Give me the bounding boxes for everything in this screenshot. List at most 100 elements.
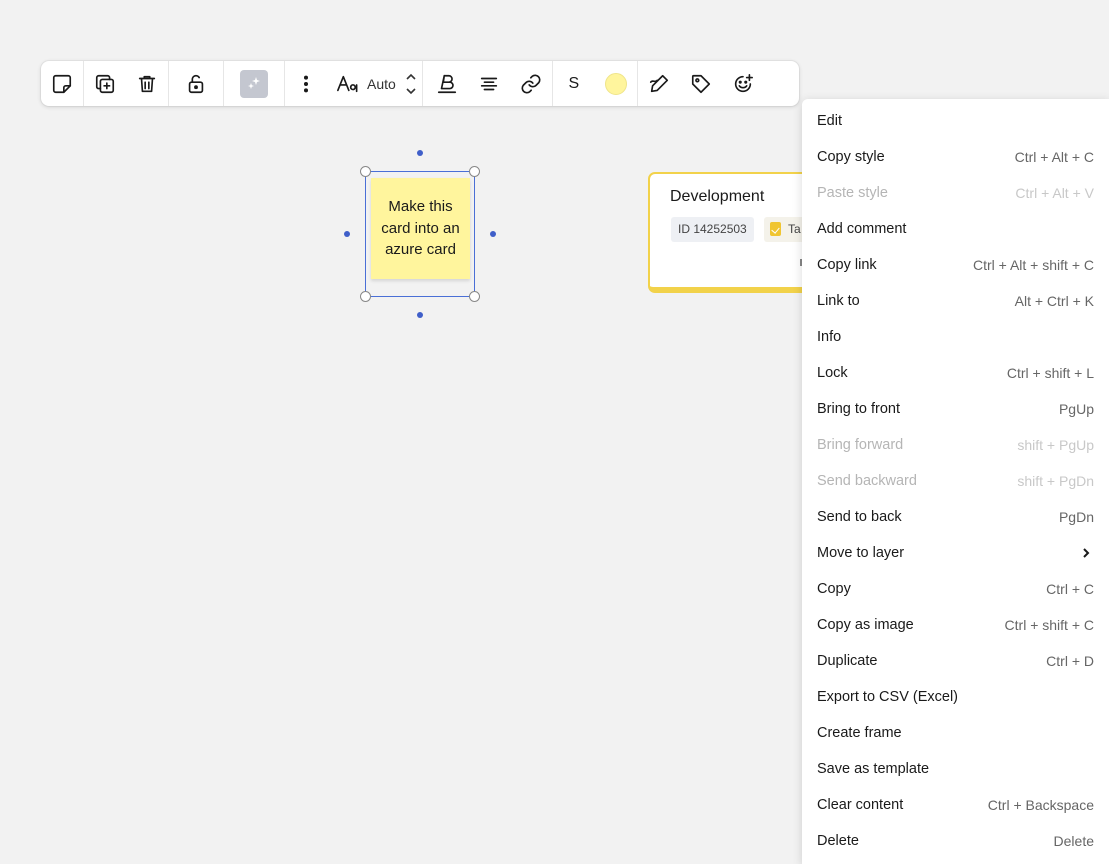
menu-item-label: Copy xyxy=(817,581,851,597)
sticky-size-button[interactable]: S xyxy=(553,61,595,106)
align-button[interactable] xyxy=(468,61,510,106)
lock-button[interactable] xyxy=(169,61,223,106)
draw-button[interactable] xyxy=(638,61,680,106)
menu-item-shortcut: Alt + Ctrl + K xyxy=(1014,293,1094,309)
sticky-note-icon xyxy=(52,74,72,93)
menu-item-shortcut: Ctrl + Alt + C xyxy=(1014,149,1094,165)
sticky-size-label: S xyxy=(568,74,580,92)
more-vertical-icon xyxy=(303,75,309,92)
toolbar-group-style: S xyxy=(553,61,638,106)
menu-item-shortcut: Ctrl + C xyxy=(1046,581,1094,597)
chevron-down-icon[interactable] xyxy=(405,86,417,96)
menu-item-add-comment[interactable]: Add comment xyxy=(802,211,1109,247)
menu-item-label: Edit xyxy=(817,113,842,129)
font-button[interactable] xyxy=(327,61,367,106)
menu-item-copy[interactable]: Copy Ctrl + C xyxy=(802,571,1109,607)
connector-dot-right[interactable] xyxy=(490,231,496,237)
menu-item-shortcut: Ctrl + Backspace xyxy=(987,797,1094,813)
menu-item-label: Send backward xyxy=(817,473,917,489)
add-reaction-button[interactable] xyxy=(722,61,764,106)
link-button[interactable] xyxy=(510,61,552,106)
resize-handle-top-left[interactable] xyxy=(360,166,371,177)
font-size-icon xyxy=(337,75,358,92)
menu-item-copy-as-image[interactable]: Copy as image Ctrl + shift + C xyxy=(802,607,1109,643)
menu-item-label: Bring to front xyxy=(817,401,901,417)
bold-icon xyxy=(437,74,456,93)
tag-icon xyxy=(691,74,710,93)
menu-item-shortcut: Ctrl + Alt + V xyxy=(1015,185,1094,201)
menu-item-label: Info xyxy=(817,329,842,345)
menu-item-delete[interactable]: Delete Delete xyxy=(802,823,1109,859)
toolbar-group-ai xyxy=(224,61,285,106)
menu-item-copy-style[interactable]: Copy style Ctrl + Alt + C xyxy=(802,139,1109,175)
menu-item-label: Send to back xyxy=(817,509,902,525)
menu-item-label: Link to xyxy=(817,293,860,309)
bold-button[interactable] xyxy=(426,61,468,106)
link-icon xyxy=(521,73,541,94)
connector-dot-left[interactable] xyxy=(344,231,350,237)
menu-item-label: Lock xyxy=(817,365,848,381)
context-menu: Edit Copy style Ctrl + Alt + C Paste style C… xyxy=(802,99,1109,864)
ai-sparkle-icon xyxy=(240,69,268,98)
menu-item-shortcut: Ctrl + D xyxy=(1046,653,1094,669)
add-reaction-icon xyxy=(734,73,753,92)
card-type-badge: Ta xyxy=(764,217,807,242)
toolbar-group-lock xyxy=(169,61,224,106)
menu-item-move-to-layer[interactable]: Move to layer xyxy=(802,535,1109,571)
menu-item-copy-link[interactable]: Copy link Ctrl + Alt + shift + C xyxy=(802,247,1109,283)
draw-icon xyxy=(649,74,668,92)
duplicate-icon xyxy=(95,74,115,93)
menu-item-save-as-template[interactable]: Save as template xyxy=(802,751,1109,787)
menu-item-edit[interactable]: Edit xyxy=(802,103,1109,139)
menu-item-label: Add comment xyxy=(817,221,907,237)
menu-item-shortcut: Ctrl + Alt + shift + C xyxy=(973,257,1094,273)
menu-item-label: Export to CSV (Excel) xyxy=(817,689,959,705)
menu-item-shortcut: PgDn xyxy=(1058,509,1094,525)
card-id-badge: ID 14252503 xyxy=(671,217,754,242)
menu-item-export-to-csv-excel[interactable]: Export to CSV (Excel) xyxy=(802,679,1109,715)
connector-dot-bottom[interactable] xyxy=(417,312,423,318)
duplicate-button[interactable] xyxy=(84,61,126,106)
delete-button[interactable] xyxy=(126,61,168,106)
menu-item-send-to-back[interactable]: Send to back PgDn xyxy=(802,499,1109,535)
menu-item-label: Move to layer xyxy=(817,545,905,561)
font-size-stepper[interactable] xyxy=(400,61,422,106)
menu-item-paste-style[interactable]: Paste style Ctrl + Alt + V xyxy=(802,175,1109,211)
menu-item-shortcut: shift + PgDn xyxy=(1017,473,1094,489)
chevron-up-icon[interactable] xyxy=(405,72,417,82)
menu-item-bring-forward[interactable]: Bring forward shift + PgUp xyxy=(802,427,1109,463)
menu-item-label: Delete xyxy=(817,833,859,849)
menu-item-shortcut: Ctrl + shift + C xyxy=(1004,617,1094,633)
ai-assist-button[interactable] xyxy=(224,61,284,106)
resize-handle-top-right[interactable] xyxy=(469,166,480,177)
toolbar-group-convert xyxy=(41,61,84,106)
tag-button[interactable] xyxy=(680,61,722,106)
card-type-label: Ta xyxy=(788,222,801,236)
sticky-note-button[interactable] xyxy=(41,61,83,106)
menu-item-label: Copy as image xyxy=(817,617,914,633)
resize-handle-bottom-left[interactable] xyxy=(360,291,371,302)
menu-item-label: Create frame xyxy=(817,725,902,741)
menu-item-create-frame[interactable]: Create frame xyxy=(802,715,1109,751)
align-center-icon xyxy=(480,77,497,90)
resize-handle-bottom-right[interactable] xyxy=(469,291,480,302)
sticky-note[interactable]: Make this card into an azure card xyxy=(371,178,470,279)
connector-dot-top[interactable] xyxy=(417,150,423,156)
more-options-button[interactable] xyxy=(285,61,327,106)
menu-item-duplicate[interactable]: Duplicate Ctrl + D xyxy=(802,643,1109,679)
color-button[interactable] xyxy=(595,61,637,106)
menu-item-bring-to-front[interactable]: Bring to front PgUp xyxy=(802,391,1109,427)
color-swatch-icon xyxy=(604,72,627,95)
menu-item-send-backward[interactable]: Send backward shift + PgDn xyxy=(802,463,1109,499)
font-size-value[interactable]: Auto xyxy=(367,76,400,92)
menu-item-info[interactable]: Info xyxy=(802,319,1109,355)
task-clipboard-icon xyxy=(770,222,781,236)
toolbar-group-text: Auto xyxy=(285,61,423,106)
menu-item-link-to[interactable]: Link to Alt + Ctrl + K xyxy=(802,283,1109,319)
menu-item-lock[interactable]: Lock Ctrl + shift + L xyxy=(802,355,1109,391)
unlock-icon xyxy=(188,74,204,93)
sticky-note-text: Make this card into an azure card xyxy=(381,198,460,259)
chevron-right-icon xyxy=(1083,548,1090,558)
menu-item-label: Copy style xyxy=(817,149,885,165)
menu-item-clear-content[interactable]: Clear content Ctrl + Backspace xyxy=(802,787,1109,823)
